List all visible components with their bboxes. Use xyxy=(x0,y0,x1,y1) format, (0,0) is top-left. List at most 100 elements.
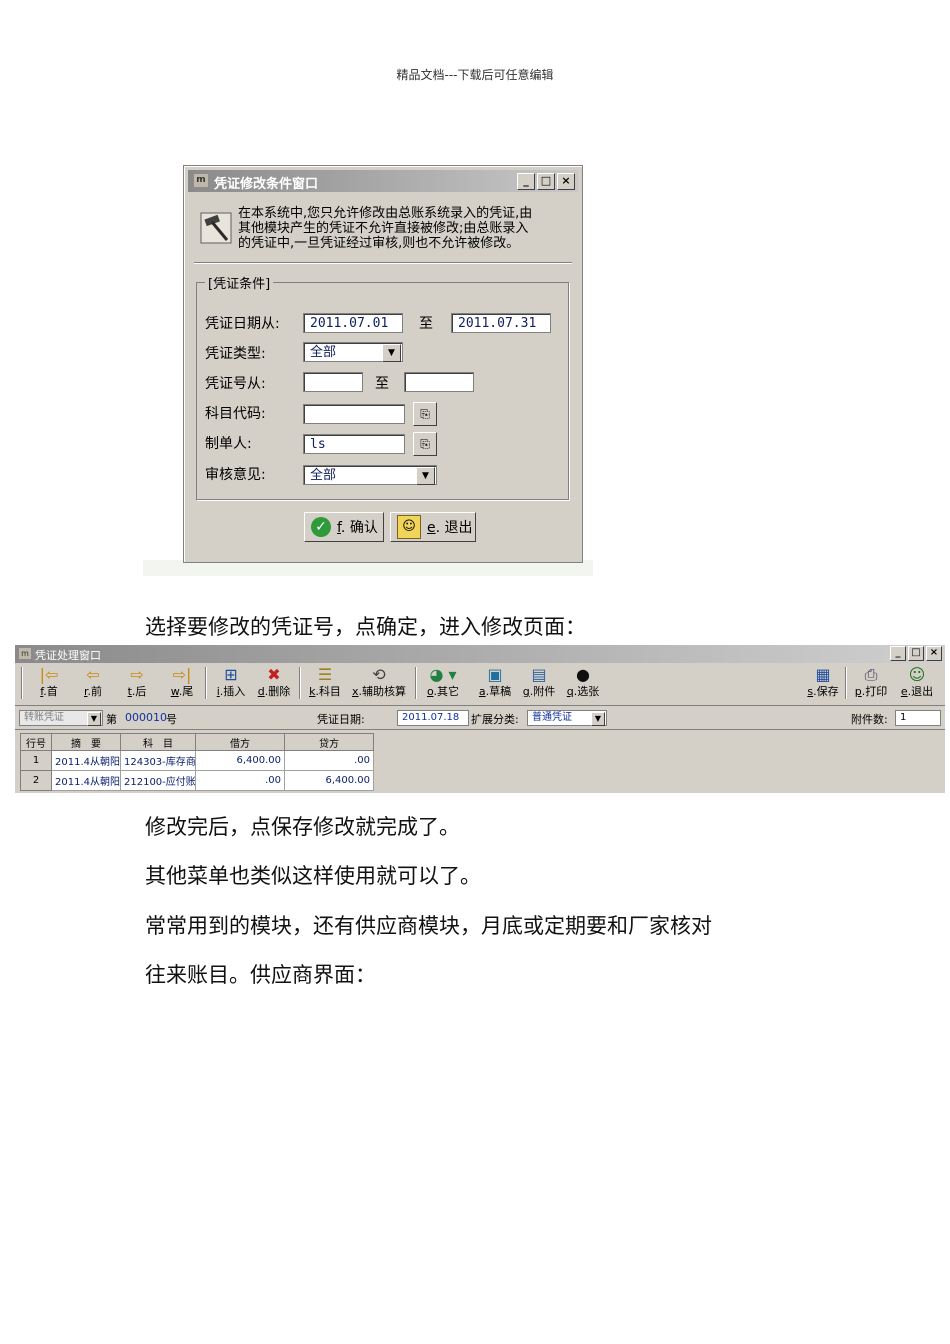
toolbar-next-button[interactable]: ⇨ t.后 xyxy=(123,665,151,703)
app-icon: m xyxy=(19,648,31,659)
number-to-input[interactable] xyxy=(404,372,474,392)
maximize-button[interactable]: □ xyxy=(908,646,924,661)
exit-icon: ☺ xyxy=(397,515,421,539)
voucher-type-select[interactable]: 转账凭证 ▼ xyxy=(19,710,103,726)
audit-select[interactable]: 全部 ▼ xyxy=(303,465,437,485)
column-header: 摘 要 xyxy=(51,733,121,751)
account-icon: ☰ xyxy=(317,665,333,684)
debit-cell[interactable]: .00 xyxy=(195,770,285,791)
toolbar-other-button[interactable]: ◕ ▾ o.其它 xyxy=(421,665,465,703)
voucher-condition-group: [凭证条件] 凭证日期从: 2011.07.01 至 2011.07.31 凭证… xyxy=(196,273,569,500)
voucher-type-select[interactable]: 全部 ▼ xyxy=(303,342,403,362)
chevron-down-icon[interactable]: ▼ xyxy=(591,712,605,726)
dialog-titlebar[interactable]: m 凭证修改条件窗口 _ □ × xyxy=(188,170,578,192)
summary-cell[interactable]: 2011.4从朝阳 xyxy=(51,770,121,791)
auxiliary-icon: ⟲ xyxy=(372,665,386,684)
minimize-button[interactable]: _ xyxy=(890,646,906,661)
toolbar-prev-button[interactable]: ⇦ r.前 xyxy=(79,665,107,703)
toolbar-insert-button[interactable]: ⊞ i.插入 xyxy=(213,665,249,703)
toolbar-delete-button[interactable]: ✖ d.删除 xyxy=(255,665,293,703)
close-button[interactable]: × xyxy=(557,173,575,190)
toolbar-print-button[interactable]: ⎙ p.打印 xyxy=(851,665,891,703)
confirm-button[interactable]: ✓ f. 确认 xyxy=(304,512,384,542)
voucher-date-label: 凭证日期: xyxy=(317,713,365,726)
number-from-label: 凭证号从: xyxy=(205,376,266,392)
minimize-button[interactable]: _ xyxy=(517,173,535,190)
paragraph-1: 选择要修改的凭证号，点确定，进入修改页面： xyxy=(145,615,586,639)
credit-cell[interactable]: 6,400.00 xyxy=(284,770,374,791)
table-row[interactable]: 2 2011.4从朝阳 212100-应付账 .00 6,400.00 xyxy=(20,770,374,791)
save-icon: ▦ xyxy=(815,665,831,684)
toolbar-save-button[interactable]: ▦ s.保存 xyxy=(805,665,841,703)
date-to-label: 至 xyxy=(419,316,433,332)
account-cell[interactable]: 124303-库存商 xyxy=(120,750,196,771)
toolbar-last-button[interactable]: ⇨| w.尾 xyxy=(167,665,197,703)
toolbar-auxiliary-button[interactable]: ⟲ x.辅助核算 xyxy=(349,665,409,703)
checkmark-icon: ✓ xyxy=(311,517,331,537)
close-button[interactable]: × xyxy=(926,646,942,661)
attach-count-stepper[interactable]: 1 xyxy=(895,710,941,726)
draft-icon: ▣ xyxy=(487,665,503,684)
attachment-icon: ▤ xyxy=(531,665,547,684)
paragraph-2: 修改完后，点保存修改就完成了。 xyxy=(145,815,460,839)
toolbar-attachment-button[interactable]: ▤ g.附件 xyxy=(521,665,557,703)
maker-input[interactable]: ls xyxy=(303,434,405,454)
toolbar-first-button[interactable]: |⇦ f.首 xyxy=(35,665,63,703)
exit-icon: ☺ xyxy=(908,665,926,684)
voucher-no-prefix: 第 xyxy=(106,713,117,726)
chevron-down-icon[interactable]: ▼ xyxy=(416,467,435,485)
maker-label: 制单人: xyxy=(205,436,252,452)
notice-text: 在本系统中,您只允许修改由总账系统录入的凭证,由 其他模块产生的凭证不允许直接被… xyxy=(238,206,533,251)
voucher-modify-condition-dialog: m 凭证修改条件窗口 _ □ × 在本系统中,您只允许修改由总账系统录入的凭证,… xyxy=(183,165,583,563)
window-titlebar[interactable]: m 凭证处理窗口 _ □ × xyxy=(15,645,945,663)
toolbar-separator xyxy=(299,667,301,699)
group-title: [凭证条件] xyxy=(205,273,274,292)
paragraph-5: 往来账目。供应商界面： xyxy=(145,963,376,987)
toolbar-select-button[interactable]: ● q.选张 xyxy=(563,665,603,703)
row-number: 1 xyxy=(20,750,52,771)
paragraph-3: 其他菜单也类似这样使用就可以了。 xyxy=(145,864,481,888)
page-header: 精品文档---下载后可任意编辑 xyxy=(396,68,554,82)
toolbar-separator xyxy=(21,667,23,699)
chevron-down-icon[interactable]: ▼ xyxy=(382,344,401,362)
date-from-label: 凭证日期从: xyxy=(205,316,280,332)
delete-icon: ✖ xyxy=(267,665,281,684)
table-row[interactable]: 1 2011.4从朝阳 124303-库存商 6,400.00 .00 xyxy=(20,750,374,771)
account-cell[interactable]: 212100-应付账 xyxy=(120,770,196,791)
voucher-no-suffix: 号 xyxy=(166,713,177,726)
column-header: 贷方 xyxy=(284,733,374,751)
credit-cell[interactable]: .00 xyxy=(284,750,374,771)
toolbar: |⇦ f.首 ⇦ r.前 ⇨ t.后 ⇨| w.尾 ⊞ i.插入 ✖ d.删除 ☰ k.科目 … xyxy=(15,663,945,706)
table-header-row: 行号 摘 要 科 目 借方 贷方 xyxy=(20,733,374,751)
maker-picker-icon[interactable]: ⎘ xyxy=(413,432,437,456)
summary-cell[interactable]: 2011.4从朝阳 xyxy=(51,750,121,771)
toolbar-draft-button[interactable]: ▣ a.草稿 xyxy=(477,665,513,703)
account-picker-icon[interactable]: ⎘ xyxy=(413,402,437,426)
first-icon: |⇦ xyxy=(39,665,59,684)
chevron-down-icon[interactable]: ▼ xyxy=(87,712,101,726)
voucher-processing-window: m 凭证处理窗口 _ □ × |⇦ f.首 ⇦ r.前 ⇨ t.后 ⇨| w.尾 ⊞ i.… xyxy=(15,645,945,793)
ext-category-select[interactable]: 普通凭证 ▼ xyxy=(527,710,607,726)
hammer-icon xyxy=(200,212,232,244)
print-icon: ⎙ xyxy=(864,665,878,684)
exit-button[interactable]: ☺ e. 退出 xyxy=(390,512,476,542)
voucher-info-row: 转账凭证 ▼ 第 000010 号 凭证日期: 2011.07.18 扩展分类:… xyxy=(15,707,945,730)
toolbar-exit-button[interactable]: ☺ e.退出 xyxy=(897,665,937,703)
maximize-button[interactable]: □ xyxy=(537,173,555,190)
debit-cell[interactable]: 6,400.00 xyxy=(195,750,285,771)
app-icon: m xyxy=(194,174,208,187)
column-header: 借方 xyxy=(195,733,285,751)
toolbar-account-button[interactable]: ☰ k.科目 xyxy=(307,665,343,703)
date-from-input[interactable]: 2011.07.01 xyxy=(303,313,403,333)
date-to-input[interactable]: 2011.07.31 xyxy=(451,313,551,333)
column-header: 行号 xyxy=(20,733,52,751)
window-title: 凭证处理窗口 xyxy=(35,649,101,662)
voucher-date-input[interactable]: 2011.07.18 xyxy=(397,710,469,726)
number-from-input[interactable] xyxy=(303,372,363,392)
select-icon: ● xyxy=(576,665,590,684)
attach-count-label: 附件数: xyxy=(851,713,888,726)
number-to-label: 至 xyxy=(375,376,389,392)
account-code-label: 科目代码: xyxy=(205,406,266,422)
ext-category-label: 扩展分类: xyxy=(471,713,519,726)
account-code-input[interactable] xyxy=(303,404,405,424)
